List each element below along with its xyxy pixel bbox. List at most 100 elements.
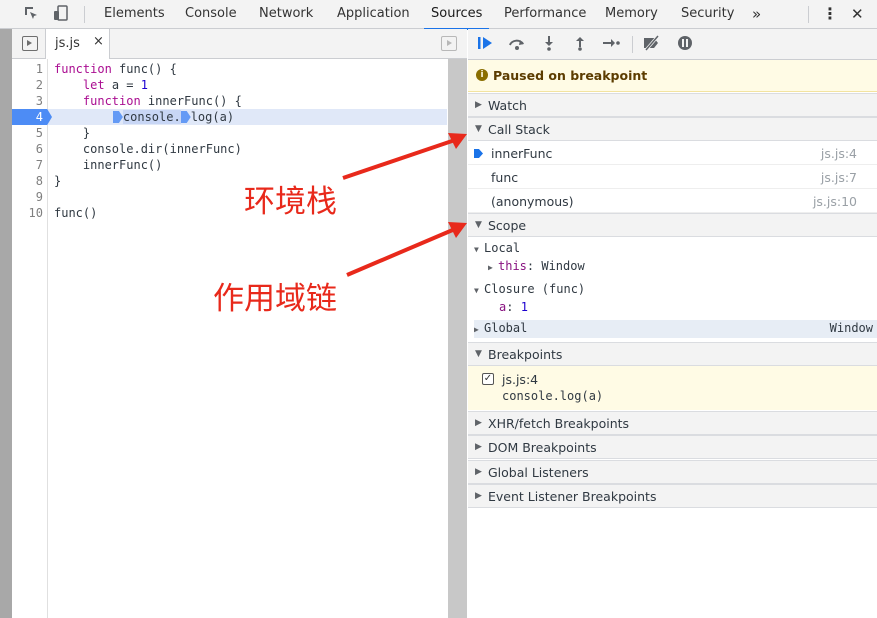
- code-line: 6 console.dir(innerFunc): [12, 141, 447, 157]
- breakpoint-location: js.js:4: [502, 372, 539, 387]
- tab-network[interactable]: Network: [259, 0, 313, 29]
- line-number[interactable]: 10: [12, 205, 43, 221]
- line-number[interactable]: 9: [12, 189, 43, 205]
- frame-location: js.js:4: [820, 146, 857, 161]
- section-title: XHR/fetch Breakpoints: [488, 416, 630, 431]
- editor-scrollbar[interactable]: [448, 59, 467, 618]
- breakpoints-section-header[interactable]: ▼ Breakpoints: [468, 342, 877, 366]
- tab-console[interactable]: Console: [185, 0, 237, 29]
- breakpoint-item[interactable]: ✓ js.js:4 console.log(a): [468, 366, 877, 410]
- line-number[interactable]: 5: [12, 125, 43, 141]
- toolbar-divider: [808, 6, 809, 23]
- breakpoint-code: console.log(a): [502, 389, 604, 403]
- page-edge: [0, 29, 12, 618]
- code-line: 7 innerFunc(): [12, 157, 447, 173]
- line-number[interactable]: 8: [12, 173, 43, 189]
- paused-banner: i Paused on breakpoint: [468, 60, 877, 92]
- watch-section-header[interactable]: ▶ Watch: [468, 93, 877, 117]
- section-title: Scope: [488, 218, 527, 233]
- source-editor: js.js × 1 function func() { 2 let a = 1 3…: [12, 29, 467, 618]
- expand-arrow-icon: ▶: [475, 418, 482, 428]
- scope-this[interactable]: ▶ this: Window: [488, 258, 585, 275]
- code-line: 10 func(): [12, 205, 447, 221]
- expand-arrow-icon: ▶: [474, 325, 479, 334]
- expand-arrow-icon: ▶: [475, 442, 482, 452]
- line-number[interactable]: 2: [12, 77, 43, 93]
- call-frame[interactable]: (anonymous) js.js:10: [468, 189, 877, 213]
- inline-breakpoint-icon[interactable]: [180, 111, 191, 123]
- collapse-arrow-icon: ▼: [474, 245, 479, 254]
- step-button[interactable]: [601, 35, 621, 53]
- code-line-paused: 4 console. log(a): [12, 109, 447, 125]
- collapse-arrow-icon: ▼: [475, 220, 482, 230]
- inline-breakpoint-icon[interactable]: [112, 111, 123, 123]
- scope-var-a[interactable]: a: 1: [499, 299, 528, 316]
- device-toolbar-icon[interactable]: [52, 5, 70, 23]
- toolbar-divider: [84, 6, 85, 23]
- close-devtools-button[interactable]: ✕: [851, 0, 864, 29]
- call-stack-section-header[interactable]: ▼ Call Stack: [468, 117, 877, 141]
- frame-location: js.js:10: [812, 194, 857, 209]
- tab-performance[interactable]: Performance: [504, 0, 586, 29]
- step-over-button[interactable]: [507, 35, 527, 53]
- info-icon: i: [476, 69, 488, 81]
- debugger-sidebar: i Paused on breakpoint ▶ Watch ▼ Call St…: [468, 29, 877, 618]
- section-title: Event Listener Breakpoints: [488, 489, 657, 504]
- code-line: 5 }: [12, 125, 447, 141]
- xhr-breakpoints-section-header[interactable]: ▶ XHR/fetch Breakpoints: [468, 411, 877, 435]
- devtools-toolbar: Elements Console Network Application Sou…: [0, 0, 877, 30]
- step-out-button[interactable]: [570, 35, 590, 53]
- scope-local[interactable]: ▼ Local: [474, 240, 520, 257]
- step-into-button[interactable]: [539, 35, 559, 53]
- call-frame[interactable]: func js.js:7: [468, 165, 877, 189]
- annotation-env-stack: 环境栈: [244, 184, 337, 220]
- scope-section-header[interactable]: ▼ Scope: [468, 213, 877, 237]
- frame-name: (anonymous): [491, 194, 574, 209]
- tab-sources[interactable]: Sources: [423, 0, 490, 30]
- section-title: Call Stack: [488, 122, 550, 137]
- scope-global[interactable]: ▶ Global Window: [474, 320, 877, 338]
- section-title: Global Listeners: [488, 465, 589, 480]
- expand-arrow-icon: ▶: [475, 100, 482, 110]
- pause-on-exceptions-button[interactable]: [675, 35, 695, 53]
- frame-name: innerFunc: [491, 146, 553, 161]
- tab-application[interactable]: Application: [337, 0, 410, 29]
- event-listener-breakpoints-section-header[interactable]: ▶ Event Listener Breakpoints: [468, 484, 877, 508]
- close-file-icon[interactable]: ×: [93, 34, 104, 49]
- code-line: 3 function innerFunc() {: [12, 93, 447, 109]
- current-frame-icon: [474, 149, 483, 158]
- line-number[interactable]: 7: [12, 157, 43, 173]
- call-frame-current[interactable]: innerFunc js.js:4: [468, 141, 877, 165]
- expand-arrow-icon: ▶: [488, 263, 493, 272]
- inspect-element-icon[interactable]: [22, 5, 40, 23]
- tab-memory[interactable]: Memory: [605, 0, 658, 29]
- line-number[interactable]: 6: [12, 141, 43, 157]
- line-number[interactable]: 1: [12, 61, 43, 77]
- collapse-arrow-icon: ▼: [475, 124, 482, 134]
- more-tabs-button[interactable]: »: [752, 0, 761, 29]
- file-tab-js[interactable]: js.js ×: [46, 29, 110, 59]
- line-number-breakpoint[interactable]: 4: [12, 109, 52, 125]
- global-listeners-section-header[interactable]: ▶ Global Listeners: [468, 460, 877, 484]
- toggle-navigator-icon[interactable]: [22, 36, 38, 51]
- global-value: Window: [829, 321, 873, 335]
- section-title: Breakpoints: [488, 347, 563, 362]
- more-menu-button[interactable]: ⋮: [822, 0, 838, 29]
- deactivate-breakpoints-button[interactable]: [642, 35, 662, 53]
- dom-breakpoints-section-header[interactable]: ▶ DOM Breakpoints: [468, 435, 877, 459]
- scope-closure[interactable]: ▼ Closure (func): [474, 281, 585, 298]
- code-line: 8}: [12, 173, 447, 189]
- toolbar-divider: [632, 36, 633, 53]
- frame-location: js.js:7: [820, 170, 857, 185]
- collapse-arrow-icon: ▼: [474, 286, 479, 295]
- code-line: 9: [12, 189, 447, 205]
- breakpoint-checkbox[interactable]: ✓: [482, 373, 494, 385]
- code-line: 1 function func() {: [12, 61, 447, 77]
- tab-elements[interactable]: Elements: [104, 0, 165, 29]
- debugger-toolbar: [468, 29, 877, 60]
- resume-button[interactable]: [476, 35, 496, 53]
- toggle-debugger-icon[interactable]: [441, 36, 457, 51]
- line-number[interactable]: 3: [12, 93, 43, 109]
- tab-security[interactable]: Security: [681, 0, 734, 29]
- file-tab-name: js.js: [55, 36, 80, 51]
